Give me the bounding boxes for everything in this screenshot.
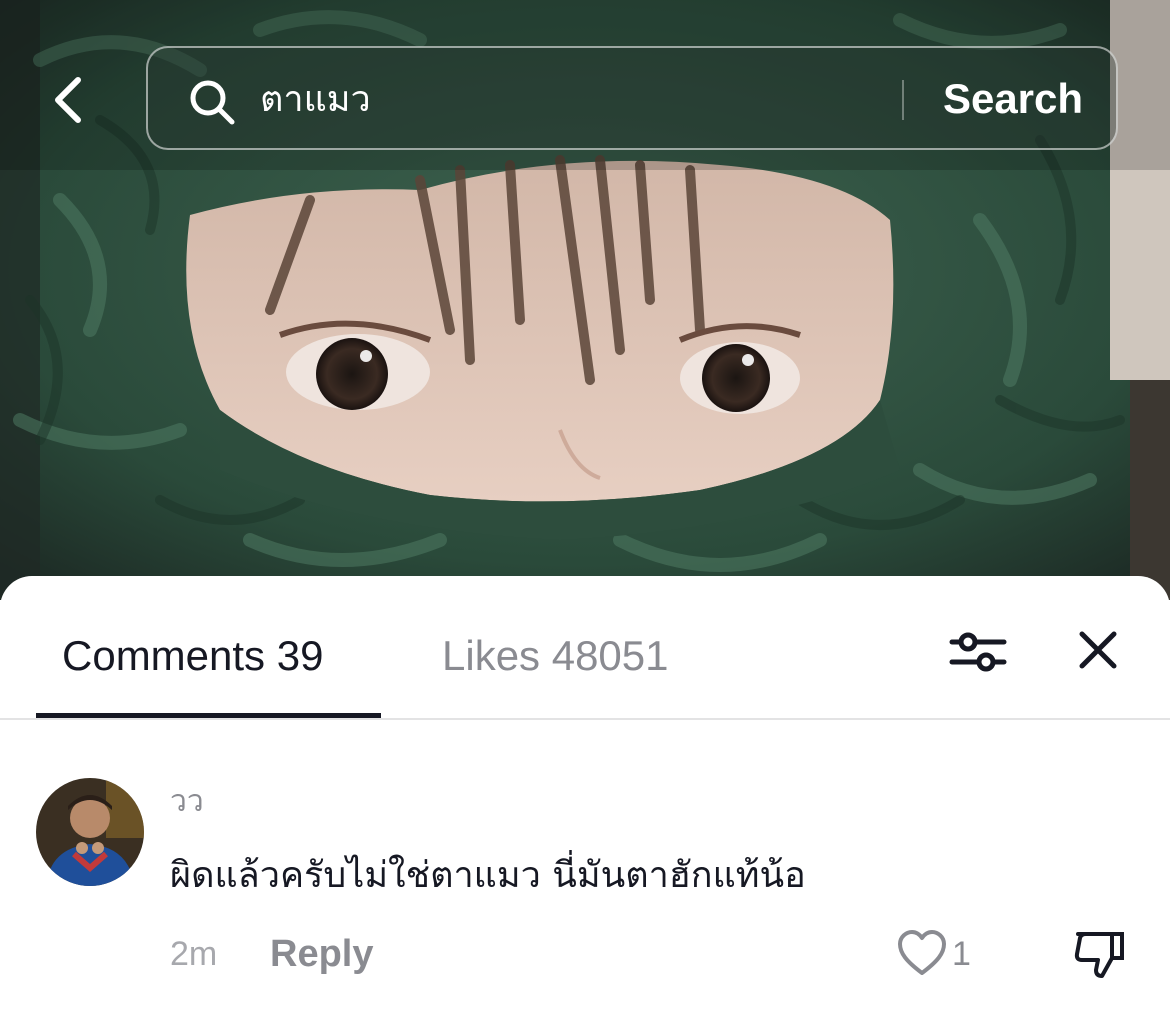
- search-divider: [902, 80, 904, 120]
- close-button[interactable]: [1068, 620, 1128, 680]
- dislike-button[interactable]: [1072, 926, 1128, 982]
- avatar-image: [36, 778, 144, 886]
- app-screen: ตาแมว Search Comments 39 Likes 48051 วว …: [0, 0, 1170, 1017]
- reply-button[interactable]: Reply: [270, 930, 373, 978]
- comment-timestamp: 2m: [170, 935, 218, 973]
- tabs-divider: [0, 718, 1170, 720]
- search-bar[interactable]: ตาแมว Search: [146, 46, 1118, 150]
- search-icon: [190, 80, 235, 125]
- comments-sheet: Comments 39 Likes 48051 วว ผิดแล้วครับไม…: [0, 576, 1170, 1017]
- heart-outline-icon: [898, 930, 946, 975]
- sliders-icon: [949, 632, 1007, 672]
- like-button[interactable]: [896, 928, 948, 980]
- like-count: 1: [952, 935, 971, 973]
- tab-comments[interactable]: Comments 39: [62, 628, 323, 684]
- comment-item: วว ผิดแล้วครับไม่ใช่ตาแมว นี่มันตาฮักแท้…: [0, 756, 1170, 996]
- filter-button[interactable]: [944, 624, 1012, 680]
- chevron-left-icon: [55, 77, 81, 123]
- back-button[interactable]: [40, 70, 100, 130]
- comment-username[interactable]: วว: [170, 782, 204, 822]
- search-button[interactable]: Search: [918, 68, 1108, 130]
- tab-likes[interactable]: Likes 48051: [442, 628, 669, 684]
- close-icon: [1079, 631, 1117, 669]
- comment-text: ผิดแล้วครับไม่ใช่ตาแมว นี่มันตาฮักแท้น้อ: [170, 855, 806, 896]
- search-input[interactable]: ตาแมว: [260, 76, 371, 124]
- avatar[interactable]: [36, 778, 144, 886]
- thumbs-down-icon: [1074, 932, 1124, 978]
